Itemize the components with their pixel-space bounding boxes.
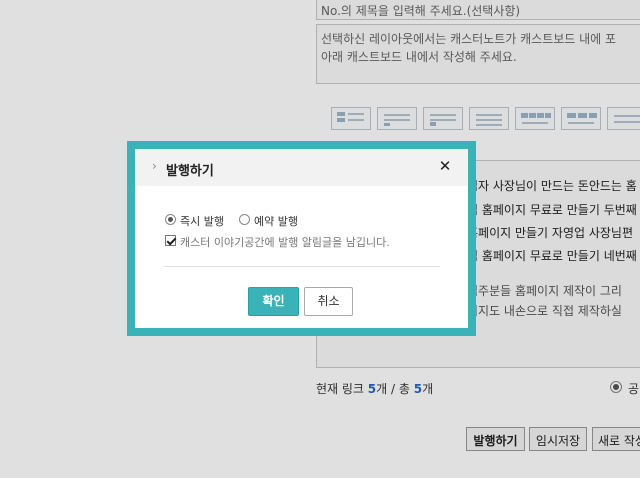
publish-scheduled-radio[interactable] xyxy=(239,214,250,225)
divider xyxy=(164,266,440,267)
notify-checkbox[interactable] xyxy=(165,235,176,246)
notify-checkbox-label: 캐스터 이야기공간에 발행 알림글을 남깁니다. xyxy=(180,236,390,249)
publish-now-label: 즉시 발행 xyxy=(180,215,224,228)
close-icon[interactable]: ✕ xyxy=(437,158,453,174)
cancel-button[interactable]: 취소 xyxy=(304,287,353,316)
publish-now-radio[interactable] xyxy=(165,214,176,225)
publish-now-option[interactable]: 즉시 발행 xyxy=(165,213,235,229)
chevron-right-icon: › xyxy=(152,159,157,173)
publish-scheduled-option[interactable]: 예약 발행 xyxy=(239,213,309,229)
publish-scheduled-label: 예약 발행 xyxy=(254,215,298,228)
confirm-button[interactable]: 확인 xyxy=(248,287,299,316)
dialog-title: 발행하기 xyxy=(166,164,214,179)
dialog-header: › 발행하기 ✕ xyxy=(135,149,468,186)
publish-dialog: › 발행하기 ✕ 즉시 발행 예약 발행 캐스터 이야기공간에 발행 알림글을 … xyxy=(135,149,468,328)
publish-dialog-frame: › 발행하기 ✕ 즉시 발행 예약 발행 캐스터 이야기공간에 발행 알림글을 … xyxy=(127,141,476,336)
